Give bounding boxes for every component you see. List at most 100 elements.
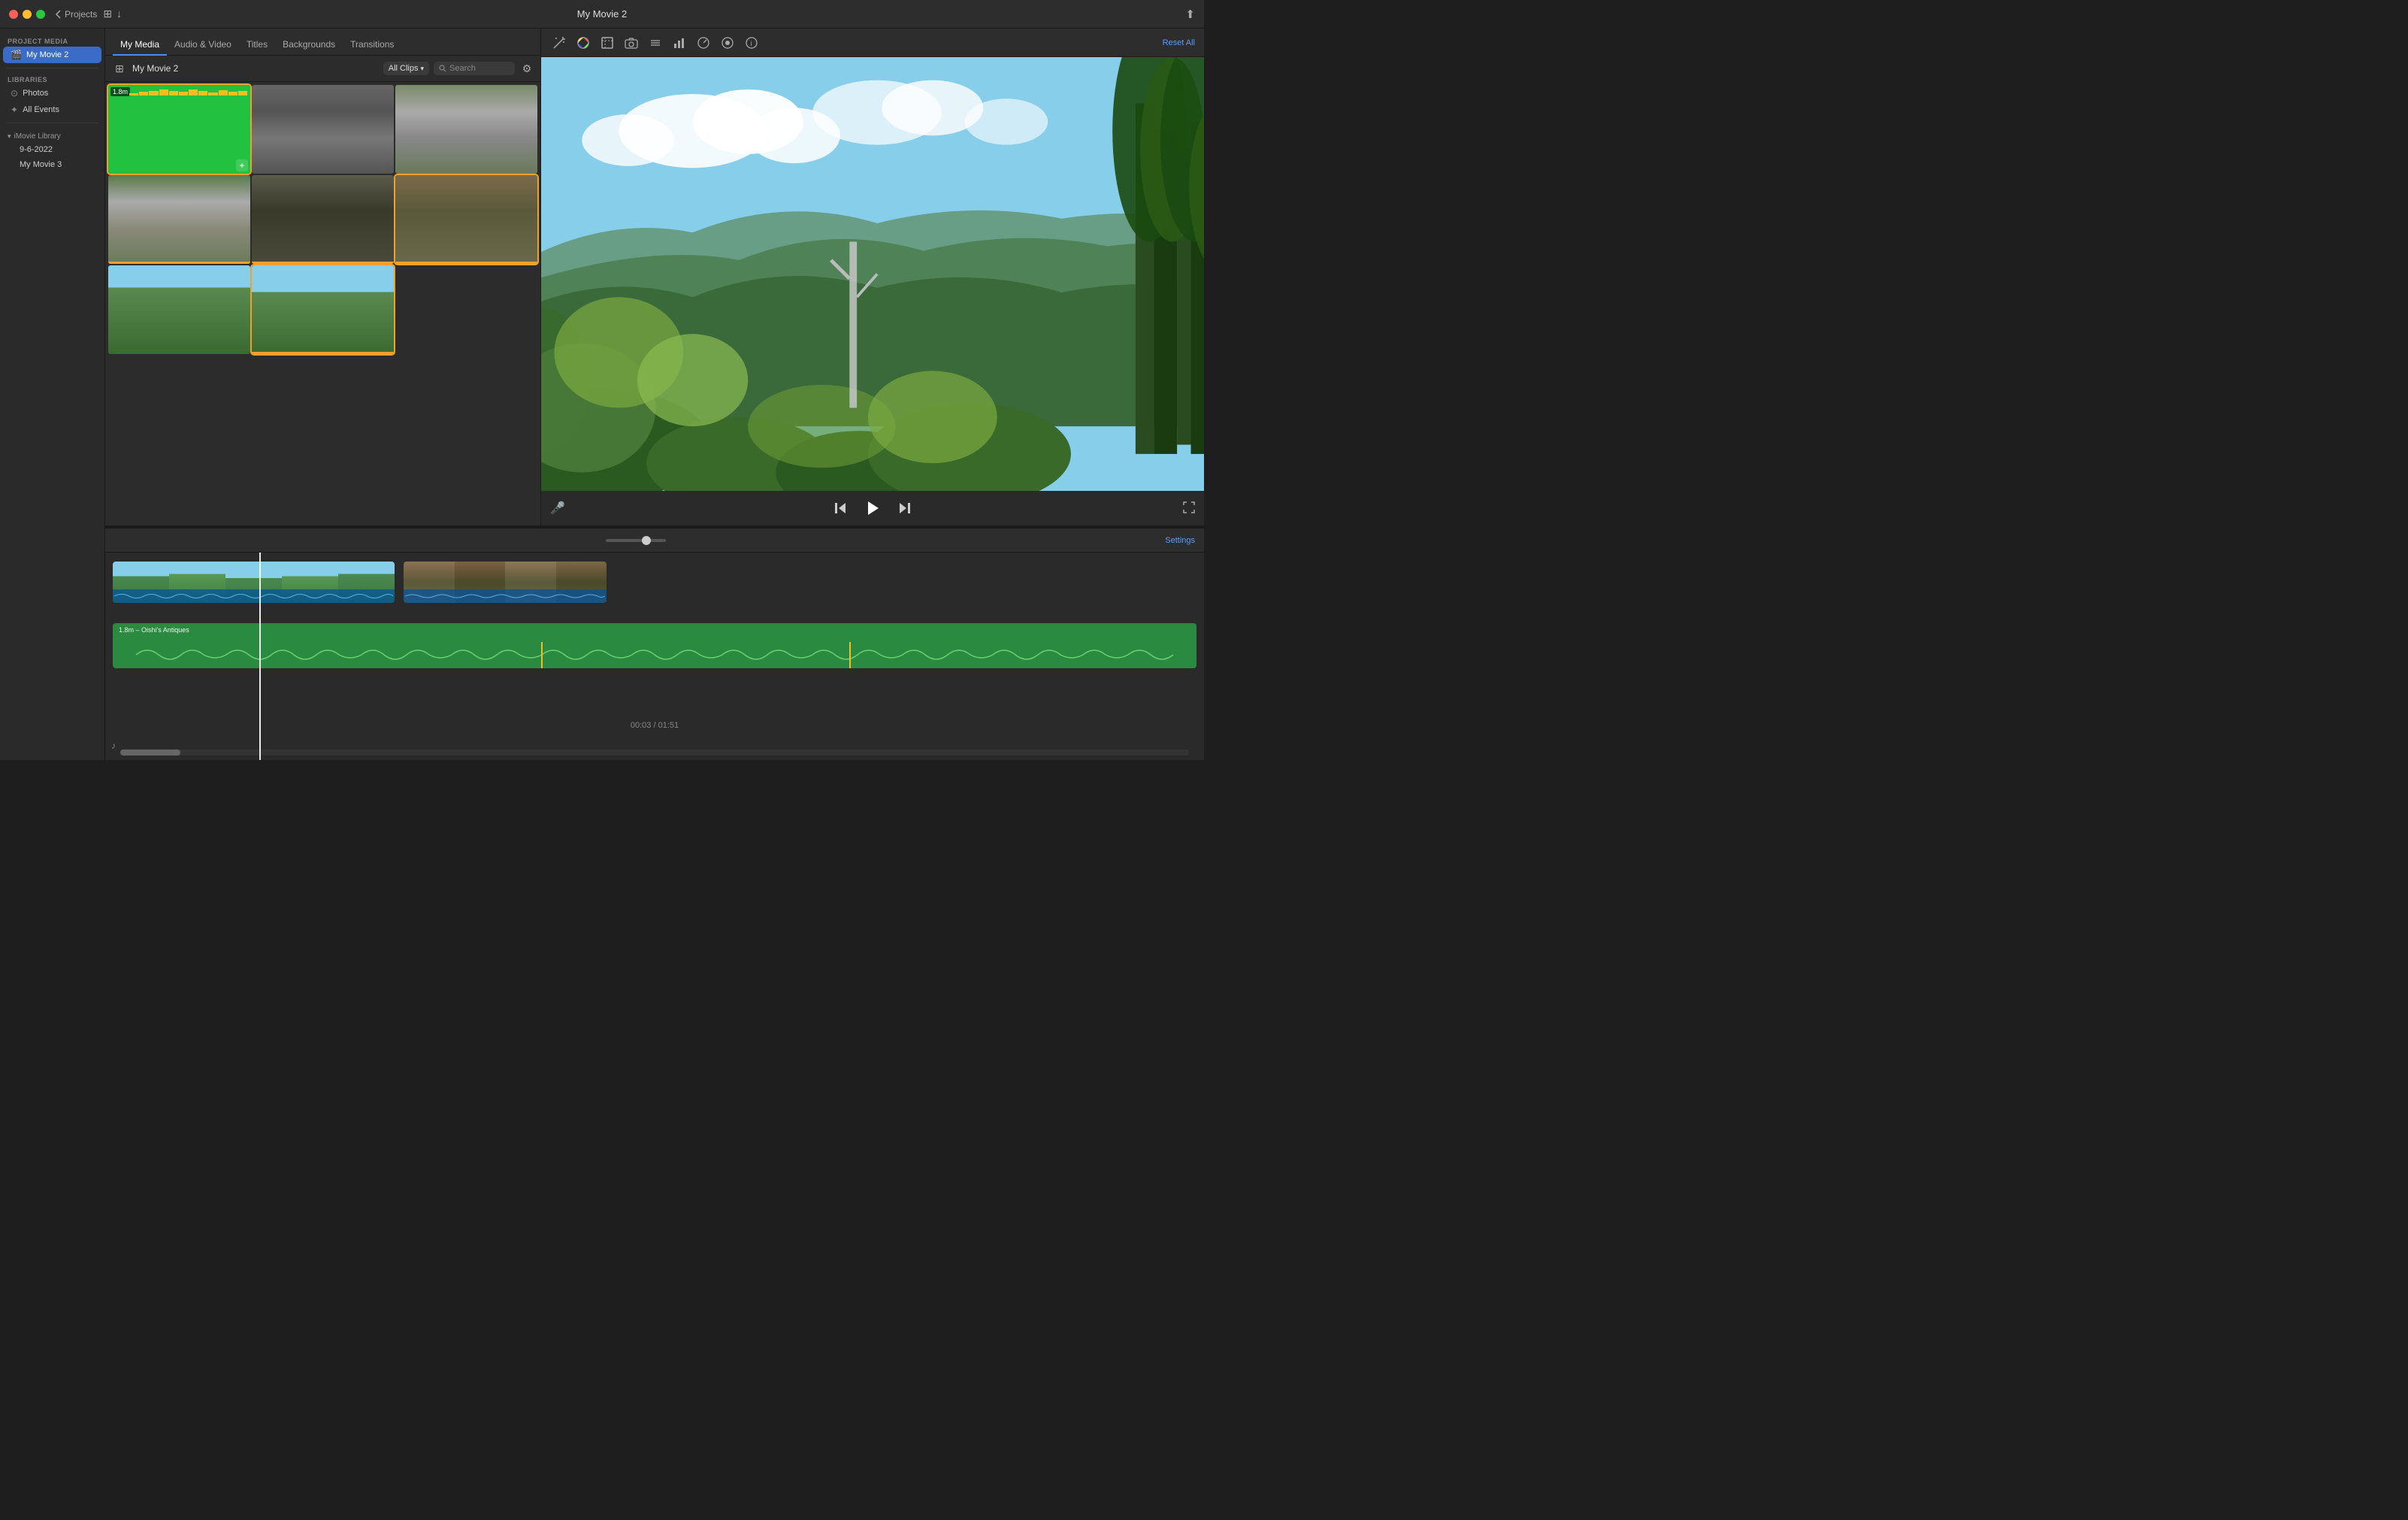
sidebar-item-my-movie-2[interactable]: 🎬 My Movie 2: [3, 47, 101, 63]
film-icon: 🎬: [11, 50, 22, 60]
video-track: [113, 562, 1196, 622]
zoom-slider[interactable]: [606, 539, 666, 542]
clip-4-indicator: [108, 262, 250, 264]
skip-forward-button[interactable]: [897, 501, 912, 516]
clip-add-button-1[interactable]: +: [236, 159, 248, 171]
top-section: My Media Audio & Video Titles Background…: [105, 29, 1204, 527]
sidebar-item-date[interactable]: 9-6-2022: [3, 142, 101, 157]
microphone-button[interactable]: 🎤: [550, 501, 565, 516]
nav-tabs: My Media Audio & Video Titles Background…: [105, 29, 540, 56]
traffic-lights: [9, 10, 45, 19]
date-label: 9-6-2022: [20, 145, 53, 154]
zoom-control: [606, 539, 666, 542]
clips-filter-dropdown[interactable]: All Clips ▾: [383, 62, 429, 75]
clip-grid: 1.8m: [105, 82, 540, 525]
clip-7[interactable]: [108, 265, 250, 354]
movie3-label: My Movie 3: [20, 160, 62, 169]
title-bar-actions: ⬆: [1185, 8, 1195, 21]
chart-button[interactable]: [670, 34, 688, 52]
clip-4[interactable]: [108, 175, 250, 264]
clip-2[interactable]: [252, 85, 394, 174]
crop-button[interactable]: [598, 34, 616, 52]
tab-transitions[interactable]: Transitions: [343, 35, 401, 56]
tab-my-media[interactable]: My Media: [113, 35, 167, 56]
audio-button[interactable]: [646, 34, 664, 52]
photos-label: Photos: [23, 89, 48, 98]
speed-button[interactable]: [694, 34, 712, 52]
scrollbar-thumb[interactable]: [120, 749, 180, 755]
time-display: 00:03 / 01:51: [631, 721, 679, 730]
preview-toolbar: i Reset All: [541, 29, 1204, 57]
music-track-label: 1.8m – Oishi's Antiques: [119, 626, 189, 634]
timeline-clip-2[interactable]: [404, 562, 607, 603]
media-browser-title: My Movie 2: [132, 63, 379, 74]
search-box: [434, 62, 515, 75]
video-preview: [541, 57, 1204, 491]
timeline-area: Settings: [105, 527, 1204, 760]
close-button[interactable]: [9, 10, 18, 19]
zoom-thumb[interactable]: [642, 536, 651, 545]
grid-view-button[interactable]: ⊞: [111, 60, 128, 77]
total-time: 01:51: [658, 721, 679, 730]
music-waveform: [113, 642, 1196, 668]
preview-image: [541, 57, 1204, 491]
skip-back-button[interactable]: [833, 501, 848, 516]
events-icon: ✦: [11, 104, 18, 115]
main-layout: PROJECT MEDIA 🎬 My Movie 2 LIBRARIES ⊙ P…: [0, 29, 1204, 760]
music-note-icon: ♪: [111, 740, 116, 751]
media-toolbar: ⊞ My Movie 2 All Clips ▾ ⚙: [105, 56, 540, 82]
current-time: 00:03: [631, 721, 652, 730]
minimize-button[interactable]: [23, 10, 32, 19]
maximize-button[interactable]: [36, 10, 45, 19]
camera-button[interactable]: [622, 34, 640, 52]
content-area: My Media Audio & Video Titles Background…: [105, 29, 1204, 760]
tab-titles[interactable]: Titles: [239, 35, 275, 56]
clip-8[interactable]: [252, 265, 394, 354]
reset-all-button[interactable]: Reset All: [1163, 38, 1195, 47]
tab-backgrounds[interactable]: Backgrounds: [275, 35, 343, 56]
timeline-scrollbar[interactable]: [120, 749, 1189, 755]
color-wheel-button[interactable]: [574, 34, 592, 52]
timeline-tracks: 1.8m – Oishi's Antiques: [105, 553, 1204, 668]
clip-5[interactable]: [252, 175, 394, 264]
sidebar-item-photos[interactable]: ⊙ Photos: [3, 85, 101, 101]
all-events-label: All Events: [23, 105, 59, 114]
magic-wand-button[interactable]: [550, 34, 568, 52]
info-button[interactable]: i: [743, 34, 761, 52]
timeline-clip-1[interactable]: [113, 562, 395, 603]
search-input[interactable]: [449, 64, 510, 73]
dropdown-chevron-icon: ▾: [420, 65, 424, 73]
sidebar-item-my-movie-3[interactable]: My Movie 3: [3, 157, 101, 172]
timeline-settings-button[interactable]: Settings: [1165, 536, 1195, 545]
sidebar: PROJECT MEDIA 🎬 My Movie 2 LIBRARIES ⊙ P…: [0, 29, 105, 760]
sidebar-item-all-events[interactable]: ✦ All Events: [3, 101, 101, 118]
sidebar-project-name: My Movie 2: [26, 50, 68, 59]
clip-3[interactable]: [395, 85, 537, 174]
clip-1[interactable]: 1.8m: [108, 85, 250, 174]
fullscreen-button[interactable]: [1183, 501, 1195, 516]
clip-8-indicator: [252, 352, 394, 354]
tab-audio-video[interactable]: Audio & Video: [167, 35, 239, 56]
clip-6[interactable]: [395, 175, 537, 264]
clip-5-indicator: [252, 262, 394, 264]
music-track: 1.8m – Oishi's Antiques: [113, 623, 1196, 668]
share-icon[interactable]: ⬆: [1185, 8, 1195, 21]
view-toggle-buttons: ⊞ ↓: [103, 8, 122, 20]
back-label: Projects: [65, 9, 97, 20]
timeline-content: 1.8m – Oishi's Antiques 00:: [105, 553, 1204, 760]
search-icon: [439, 65, 446, 72]
media-settings-button[interactable]: ⚙: [519, 61, 534, 76]
libraries-label: LIBRARIES: [0, 73, 104, 85]
play-button[interactable]: [863, 498, 882, 518]
timeline-header: Settings: [105, 528, 1204, 553]
imovie-library-group[interactable]: ▾ iMovie Library: [0, 128, 104, 142]
grid-view-icon[interactable]: ⊞: [103, 8, 112, 20]
clip-audio-bars-1: [129, 89, 247, 95]
down-arrow-icon[interactable]: ↓: [116, 8, 122, 20]
chevron-icon: ▾: [8, 132, 11, 141]
window-title: My Movie 2: [577, 8, 627, 20]
clip-6-indicator: [395, 262, 537, 264]
filter-button[interactable]: [718, 34, 737, 52]
back-projects-button[interactable]: Projects: [56, 9, 97, 20]
svg-text:i: i: [751, 40, 752, 47]
